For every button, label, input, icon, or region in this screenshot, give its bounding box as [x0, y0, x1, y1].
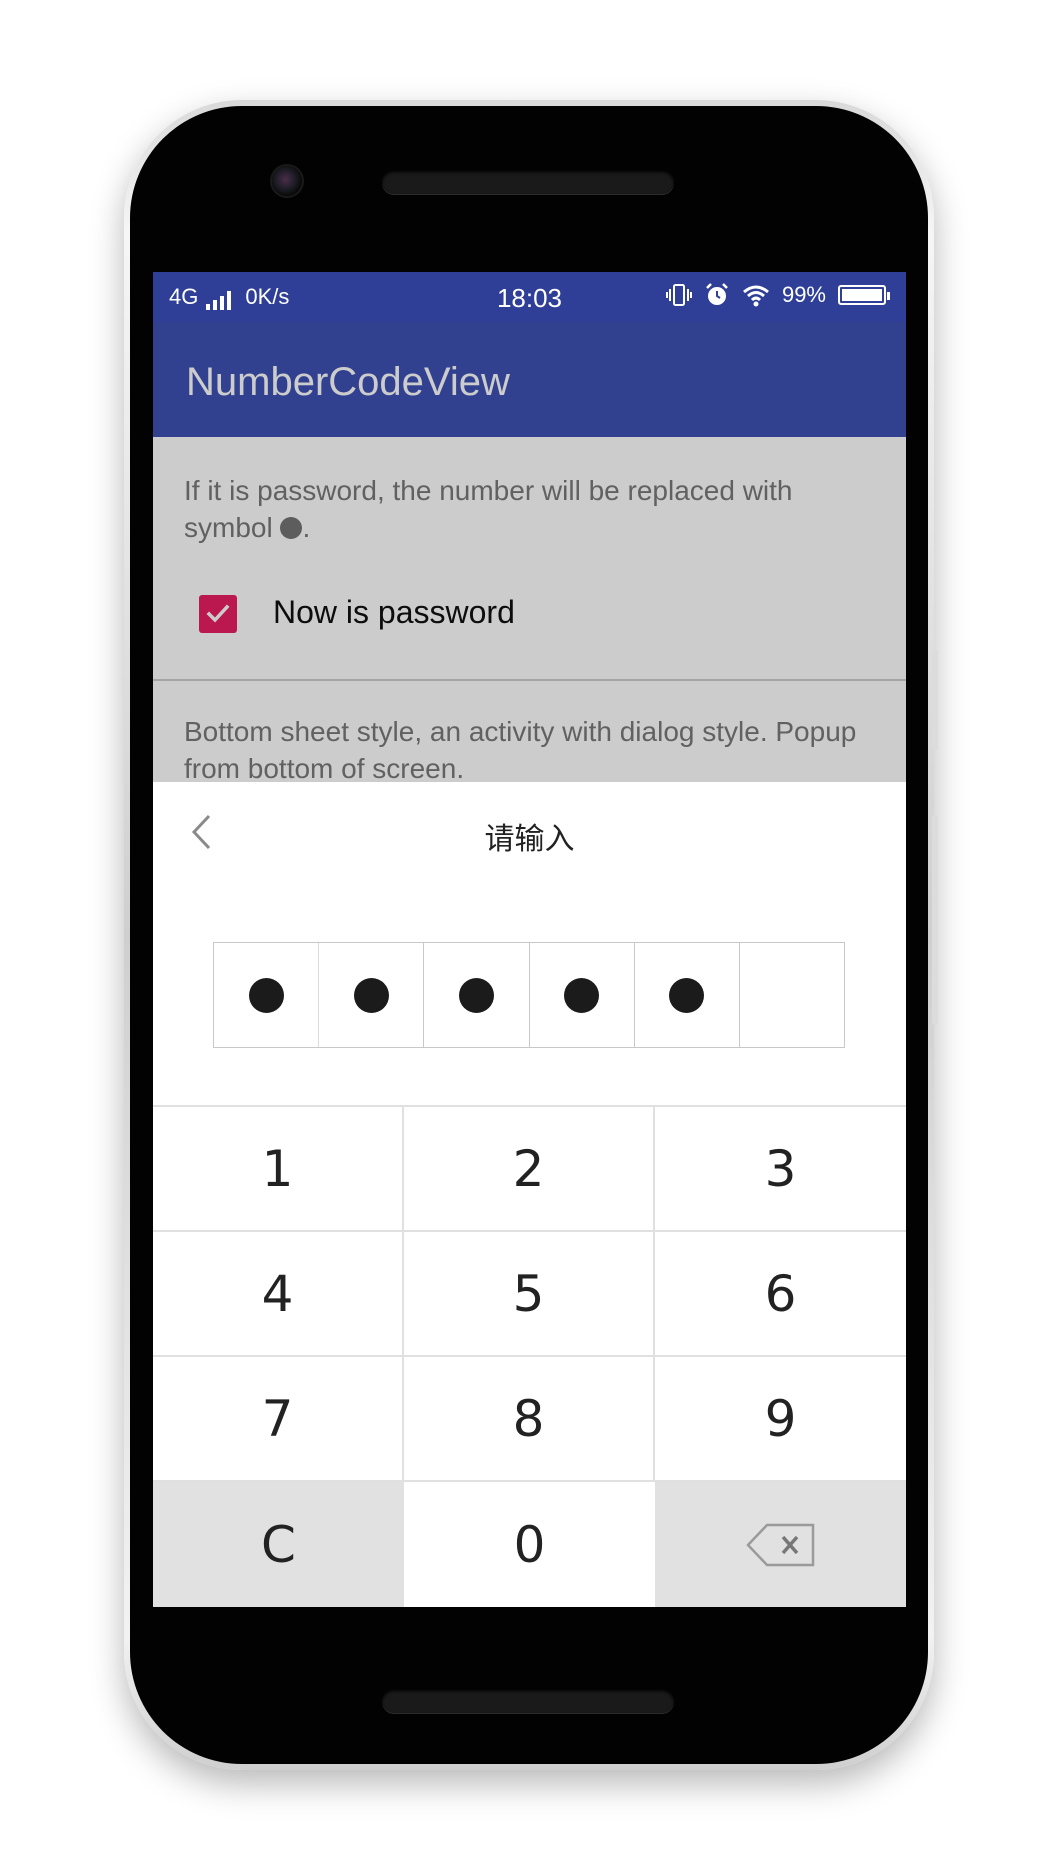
- key-8[interactable]: 8: [404, 1357, 655, 1482]
- battery-percent: 99%: [781, 282, 826, 307]
- key-9[interactable]: 9: [655, 1357, 906, 1482]
- key-7[interactable]: 7: [153, 1357, 404, 1482]
- code-dot: [564, 977, 600, 1013]
- status-bar: 4G 0K/s 18:03 99%: [153, 272, 906, 322]
- status-right: 99%: [665, 282, 890, 308]
- key-2[interactable]: 2: [404, 1107, 655, 1232]
- backspace-icon: [745, 1523, 814, 1566]
- code-cell: [633, 943, 739, 1047]
- alarm-icon: [706, 283, 728, 305]
- phone-screen: 4G 0K/s 18:03 99% NumberCodeView If it i…: [153, 272, 906, 1607]
- vibrate-icon: [665, 284, 692, 306]
- key-6[interactable]: 6: [655, 1232, 906, 1357]
- code-input[interactable]: [213, 942, 845, 1048]
- front-camera: [272, 166, 302, 196]
- sheet-title: 请输入: [484, 822, 575, 857]
- key-5[interactable]: 5: [404, 1232, 655, 1357]
- code-dot: [248, 977, 284, 1013]
- code-dot: [353, 977, 389, 1013]
- code-dot: [458, 977, 494, 1013]
- bottom-speaker: [382, 1689, 674, 1713]
- number-keypad: 1 2 3 4 5 6 7 8 9 C 0: [153, 1105, 906, 1607]
- power-key: [932, 650, 938, 750]
- volume-key: [932, 815, 938, 1025]
- bottom-sheet: 请输入 1 2 3 4 5 6 7 8 9 C 0: [153, 782, 906, 1607]
- code-cell: [738, 943, 844, 1047]
- battery-icon: [838, 285, 890, 305]
- key-0[interactable]: 0: [404, 1482, 655, 1607]
- key-1[interactable]: 1: [153, 1107, 404, 1232]
- key-3[interactable]: 3: [655, 1107, 906, 1232]
- code-cell: [318, 943, 423, 1047]
- delete-key[interactable]: [655, 1482, 906, 1607]
- code-cell: [214, 943, 318, 1047]
- earpiece-speaker: [382, 170, 674, 194]
- clear-key[interactable]: C: [153, 1482, 404, 1607]
- key-4[interactable]: 4: [153, 1232, 404, 1357]
- wifi-icon: [742, 285, 769, 307]
- code-cell: [528, 943, 634, 1047]
- code-dot: [669, 977, 705, 1013]
- code-cell: [423, 943, 528, 1047]
